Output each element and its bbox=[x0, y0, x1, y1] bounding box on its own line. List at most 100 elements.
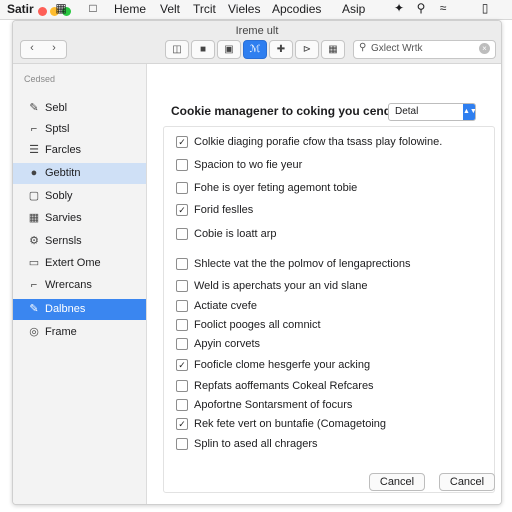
option-label: Repfats aoffemants Cokeal Refcares bbox=[194, 380, 374, 392]
title-bar: Ireme ult ‹ › ◫ ■ ▣ ℳ ✚ ⊳ ▦ ⚲ Gxlect Wrt… bbox=[13, 21, 501, 64]
document-icon[interactable]: □ bbox=[86, 1, 100, 15]
option-label: Spacion to wo fie yeur bbox=[194, 159, 303, 171]
sidebar-item[interactable]: ✎ Dalbnes bbox=[13, 299, 146, 320]
menu-item-heme[interactable]: Heme bbox=[114, 2, 146, 16]
option-checkbox[interactable] bbox=[176, 399, 188, 411]
bracket-icon: ⌐ bbox=[30, 279, 38, 291]
sidebar-item-label: Sobly bbox=[45, 190, 73, 202]
chevron-updown-icon: ▲▼ bbox=[463, 104, 477, 120]
app-name[interactable]: Satir bbox=[7, 2, 34, 16]
menu-item-apcodies[interactable]: Apcodies bbox=[272, 2, 321, 16]
dropdown-value: Detal bbox=[395, 106, 419, 117]
toolbar-play-button[interactable]: ⊳ bbox=[295, 40, 319, 59]
sidebar: Cedsed ✎ Sebl ⌐ Sptsl ☰ Farcles ● Gebtitn ▢ Sobly… bbox=[13, 64, 147, 504]
toolbar-image-button[interactable]: ▣ bbox=[217, 40, 241, 59]
sidebar-item-label: Frame bbox=[45, 326, 77, 338]
bracket-icon: ⌐ bbox=[30, 123, 38, 135]
option-label: Apofortne Sontarsment of focurs bbox=[194, 399, 353, 411]
sidebar-item[interactable]: ▦ Sarvies bbox=[13, 208, 146, 229]
sidebar-item-label: Farcles bbox=[45, 144, 82, 156]
page-title: Cookie managener to coking you cend bbox=[171, 104, 392, 118]
option-label: Actiate cvefe bbox=[194, 300, 257, 312]
battery-icon[interactable]: ▯ bbox=[478, 1, 492, 15]
sidebar-item[interactable]: ◎ Frame bbox=[13, 322, 146, 343]
option-checkbox[interactable] bbox=[176, 280, 188, 292]
globe-icon: ◎ bbox=[29, 326, 39, 338]
back-arrow-icon[interactable]: ‹ bbox=[21, 42, 43, 54]
sidebar-item[interactable]: ▢ Sobly bbox=[13, 186, 146, 207]
option-checkbox[interactable] bbox=[176, 258, 188, 270]
option-checkbox[interactable]: ✓ bbox=[176, 359, 188, 371]
circle-icon: ● bbox=[30, 167, 38, 179]
option-checkbox[interactable] bbox=[176, 338, 188, 350]
sidebar-item-label: Dalbnes bbox=[45, 303, 86, 315]
toolbar-pen-button[interactable]: ℳ bbox=[243, 40, 267, 59]
option-label: Foolict pooges all comnict bbox=[194, 319, 321, 331]
sidebar-item[interactable]: ⌐ Sptsl bbox=[13, 119, 146, 140]
sidebar-item-label: Extert Ome bbox=[45, 257, 101, 269]
sidebar-item-label: Sarvies bbox=[45, 212, 82, 224]
option-checkbox[interactable] bbox=[176, 319, 188, 331]
settings-window: Ireme ult ‹ › ◫ ■ ▣ ℳ ✚ ⊳ ▦ ⚲ Gxlect Wrt… bbox=[12, 20, 502, 505]
wrench-icon[interactable]: ✦ bbox=[392, 1, 406, 15]
menu-item-asip[interactable]: Asip bbox=[342, 2, 365, 16]
option-label: Fooficle clome hesgerfe your acking bbox=[194, 359, 371, 371]
sidebar-item-label: Sernsls bbox=[45, 235, 82, 247]
sidebar-item-label: Sebl bbox=[45, 102, 68, 114]
option-checkbox[interactable] bbox=[176, 228, 188, 240]
option-label: Forid feslles bbox=[194, 204, 254, 216]
options-panel: ✓ Colkie diaging porafie cfow tha tsass p… bbox=[163, 126, 495, 493]
option-label: Weld is aperchats your an vid slane bbox=[194, 280, 368, 292]
option-checkbox[interactable]: ✓ bbox=[176, 136, 188, 148]
sidebar-item[interactable]: ☰ Farcles bbox=[13, 140, 146, 161]
option-label: Cobie is loatt arp bbox=[194, 228, 277, 240]
pencil-icon: ✎ bbox=[29, 303, 39, 315]
option-checkbox[interactable] bbox=[176, 182, 188, 194]
grid-icon[interactable]: ▦ bbox=[54, 1, 68, 15]
toolbar-stop-button[interactable]: ■ bbox=[191, 40, 215, 59]
sidebar-item[interactable]: ● Gebtitn bbox=[13, 163, 146, 184]
sidebar-header: Cedsed bbox=[24, 74, 56, 84]
toolbar-grid-button[interactable]: ▦ bbox=[321, 40, 345, 59]
list-icon: ☰ bbox=[29, 144, 39, 156]
option-label: Rek fete vert on buntafie (Comagetoing bbox=[194, 418, 387, 430]
menu-bar: Satir ▦ □ Heme Velt Trcit Vieles Apcodie… bbox=[0, 0, 512, 20]
main-pane: Cookie managener to coking you cend Deta… bbox=[147, 64, 501, 504]
toolbar-layout-button[interactable]: ◫ bbox=[165, 40, 189, 59]
forward-arrow-icon[interactable]: › bbox=[43, 42, 65, 54]
wifi-icon[interactable]: ≈ bbox=[436, 1, 450, 15]
toolbar-move-button[interactable]: ✚ bbox=[269, 40, 293, 59]
option-label: Splin to ased all chragers bbox=[194, 438, 318, 450]
search-icon[interactable]: ⚲ bbox=[414, 1, 428, 15]
sidebar-item-label: Sptsl bbox=[45, 123, 70, 135]
document-icon: ▭ bbox=[28, 257, 40, 269]
pencil-icon: ✎ bbox=[29, 102, 39, 114]
sidebar-item[interactable]: ✎ Sebl bbox=[13, 98, 146, 119]
option-checkbox[interactable] bbox=[176, 438, 188, 450]
sidebar-item[interactable]: ▭ Extert Ome bbox=[13, 253, 146, 274]
menu-item-trcit[interactable]: Trcit bbox=[193, 2, 216, 16]
sidebar-item[interactable]: ⚙ Sernsls bbox=[13, 231, 146, 252]
preset-dropdown[interactable]: Detal ▲▼ bbox=[388, 103, 477, 121]
menu-item-vieles[interactable]: Vieles bbox=[228, 2, 260, 16]
option-checkbox[interactable]: ✓ bbox=[176, 204, 188, 216]
clear-search-icon[interactable]: × bbox=[479, 43, 490, 54]
search-field[interactable]: ⚲ Gxlect Wrtk × bbox=[353, 40, 496, 59]
option-checkbox[interactable] bbox=[176, 159, 188, 171]
cancel-button-secondary[interactable]: Cancel bbox=[439, 473, 495, 491]
option-label: Apyin corvets bbox=[194, 338, 261, 350]
option-checkbox[interactable] bbox=[176, 300, 188, 312]
menu-item-velt[interactable]: Velt bbox=[160, 2, 180, 16]
search-icon: ⚲ bbox=[359, 42, 367, 53]
sidebar-item[interactable]: ⌐ Wrercans bbox=[13, 275, 146, 296]
close-window-button[interactable] bbox=[38, 7, 47, 16]
option-label: Fohe is oyer feting agemont tobie bbox=[194, 182, 358, 194]
option-checkbox[interactable] bbox=[176, 380, 188, 392]
sidebar-item-label: Gebtitn bbox=[45, 167, 81, 179]
search-placeholder: Gxlect Wrtk bbox=[371, 43, 423, 54]
option-checkbox[interactable]: ✓ bbox=[176, 418, 188, 430]
sidebar-item-label: Wrercans bbox=[45, 279, 92, 291]
option-label: Shlecte vat the the polmov of lengaprect… bbox=[194, 258, 411, 270]
cancel-button[interactable]: Cancel bbox=[369, 473, 425, 491]
square-icon: ▢ bbox=[28, 190, 40, 202]
